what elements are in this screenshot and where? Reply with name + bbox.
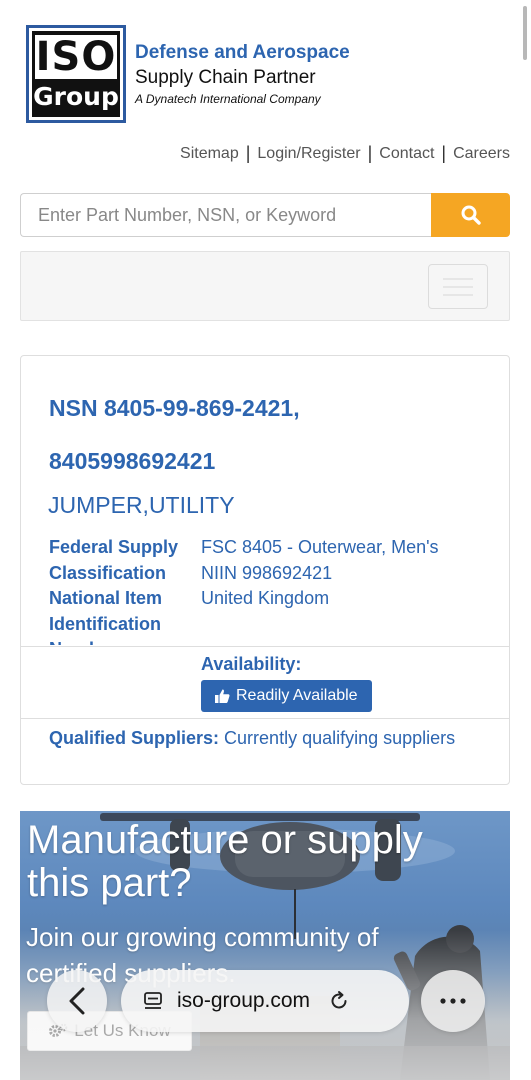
hamburger-icon-bar: [443, 293, 473, 296]
item-name: JUMPER,UTILITY: [48, 492, 235, 518]
suppliers-label: Qualified Suppliers:: [49, 728, 220, 748]
contact-link[interactable]: Contact: [379, 145, 434, 163]
brand-tagline: Defense and Aerospace Supply Chain Partn…: [135, 41, 350, 107]
url-text: iso-group.com: [177, 989, 311, 1012]
search-button[interactable]: [431, 193, 510, 237]
supplier-banner: Manufacture or supply this part? Join ou…: [20, 811, 510, 1080]
suppliers-value: Currently qualifying suppliers: [224, 728, 456, 748]
niin-value: NIIN 998692421: [201, 562, 333, 583]
country-value: United Kingdom: [201, 588, 330, 608]
menu-toggle-button[interactable]: [428, 264, 488, 309]
nsn-heading: NSN 8405-99-869-2421, 8405998692421: [49, 382, 489, 488]
logo-iso-text: ISO: [35, 34, 117, 80]
nsn-line-2: 8405998692421: [49, 448, 216, 474]
thumbs-up-icon: [215, 689, 230, 703]
part-details-card: NSN 8405-99-869-2421, 8405998692421 JUMP…: [20, 355, 510, 785]
fsc-value: FSC 8405 - Outerwear, Men's: [201, 537, 439, 557]
link-separator: |: [367, 143, 373, 163]
login-register-link[interactable]: Login/Register: [257, 145, 360, 163]
logo-group-text: Group: [33, 82, 119, 111]
chevron-left-icon: [69, 987, 85, 1015]
browser-back-button[interactable]: [47, 970, 107, 1032]
spec-table: Federal Supply Classification National I…: [49, 535, 489, 645]
readily-available-button[interactable]: Readily Available: [201, 680, 372, 712]
main-navbar: [20, 251, 510, 321]
fsc-label-1: Federal Supply: [49, 537, 179, 557]
link-separator: |: [441, 143, 447, 163]
more-dots-icon: [440, 998, 466, 1004]
availability-status: Readily Available: [236, 687, 358, 704]
niin-label-1: National Item: [49, 588, 163, 608]
search-bar: [20, 193, 510, 237]
spec-values: FSC 8405 - Outerwear, Men's NIIN 9986924…: [201, 535, 439, 645]
logo-mark: ISO Group: [32, 31, 120, 117]
search-icon: [461, 205, 481, 225]
hamburger-icon-bar: [443, 285, 473, 288]
careers-link[interactable]: Careers: [453, 145, 510, 163]
hamburger-icon-bar: [443, 277, 473, 280]
niin-label-3: Number: [49, 637, 201, 645]
niin-label-2: Identification: [49, 613, 161, 634]
address-bar[interactable]: iso-group.com: [121, 970, 409, 1032]
nsn-line-1: NSN 8405-99-869-2421,: [49, 395, 300, 421]
fsc-label-2: Classification: [49, 562, 167, 583]
search-input[interactable]: [20, 193, 431, 237]
more-options-button[interactable]: [421, 970, 485, 1032]
qualified-suppliers: Qualified Suppliers: Currently qualifyin…: [49, 726, 469, 752]
brand-line-2: Supply Chain Partner: [135, 67, 316, 88]
brand-line-3: A Dynatech International Company: [135, 92, 321, 106]
banner-headline: Manufacture or supply this part?: [27, 818, 423, 905]
page-scrollbar[interactable]: [523, 6, 527, 60]
card-divider: [21, 718, 509, 719]
page-menu-icon: [144, 992, 162, 1009]
iso-group-logo[interactable]: ISO Group: [26, 25, 126, 123]
availability-label: Availability:: [201, 654, 302, 674]
link-separator: |: [245, 143, 251, 163]
spec-labels: Federal Supply Classification National I…: [49, 535, 201, 645]
site-header: ISO Group Defense and Aerospace Supply C…: [26, 25, 350, 123]
card-divider: [21, 646, 509, 647]
sitemap-link[interactable]: Sitemap: [180, 145, 239, 163]
reload-icon[interactable]: [328, 990, 350, 1012]
brand-line-1: Defense and Aerospace: [135, 42, 350, 63]
top-links: Sitemap | Login/Register | Contact | Car…: [180, 143, 510, 164]
